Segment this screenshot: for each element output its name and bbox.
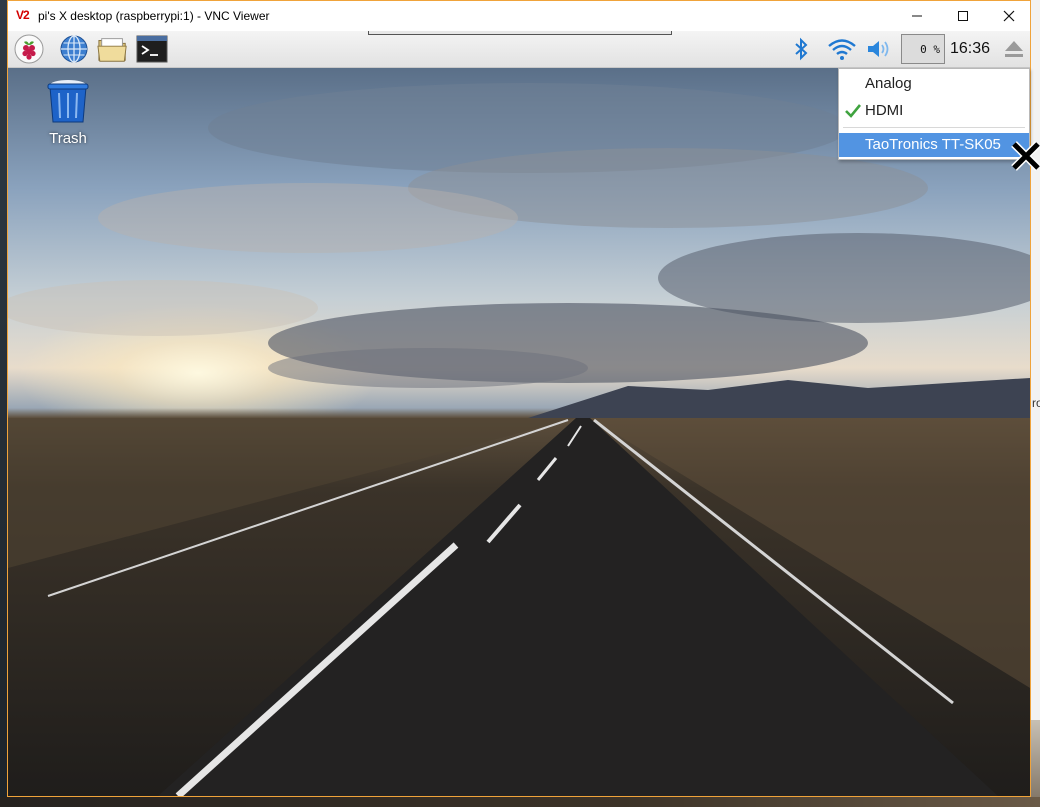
desktop-wallpaper: Trash <box>8 68 1030 796</box>
menu-item-analog[interactable]: Analog <box>839 72 1029 96</box>
menu-item-label: HDMI <box>865 102 904 119</box>
menu-item-label: Analog <box>865 75 912 92</box>
close-button[interactable] <box>986 1 1032 31</box>
host-taskbar-edge <box>0 797 1040 807</box>
wifi-icon <box>828 39 856 60</box>
terminal-launcher[interactable] <box>136 34 168 64</box>
maximize-icon <box>958 11 968 21</box>
volume-icon <box>868 41 889 57</box>
maximize-button[interactable] <box>940 1 986 31</box>
menu-item-taotronics[interactable]: TaoTronics TT-SK05 <box>839 133 1029 157</box>
cpu-usage-monitor[interactable]: 0 % <box>901 34 945 64</box>
terminal-icon <box>136 35 168 63</box>
panel-clock[interactable]: 16:36 <box>950 40 990 58</box>
web-browser-icon <box>60 35 88 63</box>
minimize-icon <box>912 15 922 17</box>
volume-tray-button[interactable] <box>864 35 894 63</box>
menu-item-hdmi[interactable]: HDMI <box>839 99 1029 123</box>
audio-output-menu: Analog HDMI TaoTronics TT-SK05 <box>838 68 1030 160</box>
trash-label[interactable]: Trash <box>38 130 98 147</box>
host-desktop-right-edge: ro <box>1031 0 1040 807</box>
close-icon <box>1003 10 1015 22</box>
raspberry-pi-taskbar: 0 % 16:36 <box>8 31 1030 68</box>
menu-separator <box>843 127 1025 128</box>
taskbar-window-slot[interactable] <box>368 31 672 35</box>
window-title: pi's X desktop (raspberrypi:1) - VNC Vie… <box>38 9 270 23</box>
host-text-fragment: ro <box>1032 396 1040 410</box>
window-titlebar[interactable]: V2 pi's X desktop (raspberrypi:1) - VNC … <box>8 1 1030 31</box>
web-browser-launcher[interactable] <box>58 34 90 64</box>
wallpaper-road <box>8 418 1030 796</box>
checkmark-icon <box>845 104 861 118</box>
bluetooth-tray-button[interactable] <box>790 35 812 63</box>
eject-tray-button[interactable] <box>1002 35 1026 63</box>
host-window-strip <box>1031 720 1040 807</box>
wifi-tray-button[interactable] <box>825 35 859 63</box>
vnc-app-logo: V2 <box>16 8 30 22</box>
trash-icon[interactable] <box>46 78 90 124</box>
x-cursor-icon <box>1011 141 1040 171</box>
vnc-viewer-window: V2 pi's X desktop (raspberrypi:1) - VNC … <box>7 0 1040 797</box>
file-manager-launcher[interactable] <box>97 34 129 64</box>
bluetooth-icon <box>795 37 808 61</box>
eject-icon <box>1005 41 1023 57</box>
menu-item-label: TaoTronics TT-SK05 <box>865 136 1001 153</box>
raspberry-menu-icon <box>14 34 44 64</box>
minimize-button[interactable] <box>894 1 940 31</box>
file-manager-icon <box>97 38 127 62</box>
applications-menu-button[interactable] <box>13 34 45 64</box>
